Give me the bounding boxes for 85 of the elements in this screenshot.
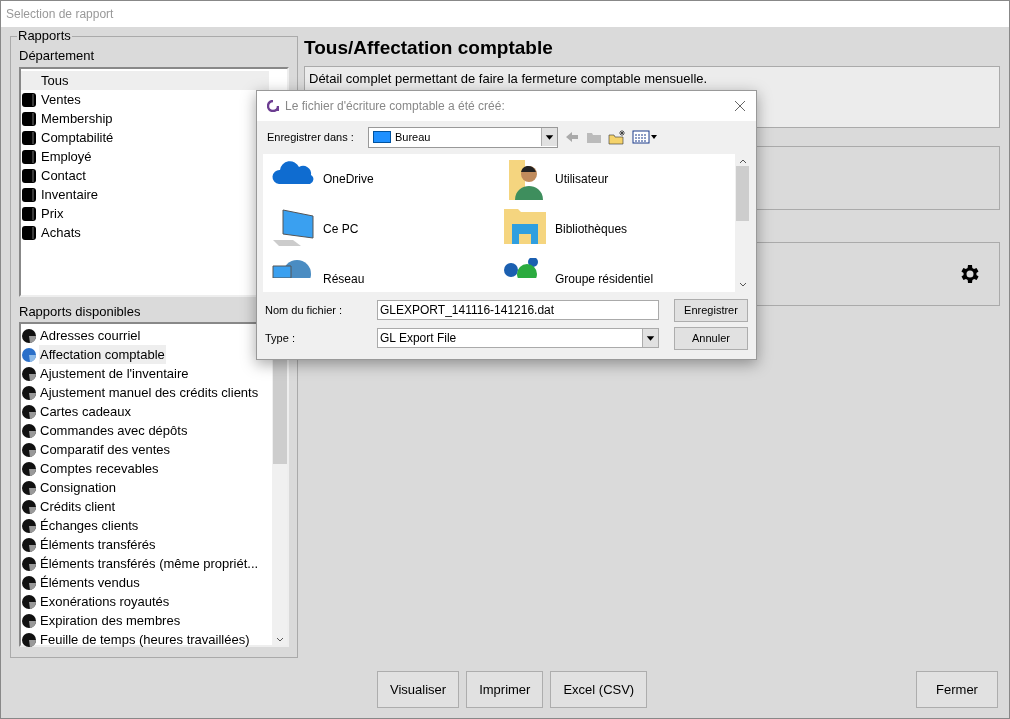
department-item[interactable]: Tous xyxy=(21,71,269,90)
save-in-dropdown[interactable]: Bureau xyxy=(368,126,558,148)
book-icon xyxy=(21,129,37,146)
available-label: Rapports disponibles xyxy=(19,303,141,321)
save-button[interactable]: Enregistrer xyxy=(674,298,748,322)
group-title: Rapports xyxy=(17,28,72,44)
department-item[interactable]: Comptabilité xyxy=(21,128,269,147)
report-item[interactable]: Exonérations royautés xyxy=(39,591,171,612)
type-label: Type : xyxy=(265,330,296,346)
department-item[interactable]: Inventaire xyxy=(21,185,269,204)
library-folder-icon xyxy=(503,208,547,244)
report-item[interactable]: Expiration des membres xyxy=(39,610,182,631)
pie-chart-icon xyxy=(21,631,37,648)
close-icon[interactable] xyxy=(734,100,746,112)
book-icon xyxy=(21,205,37,222)
department-item[interactable]: Achats xyxy=(21,223,269,242)
pie-chart-icon xyxy=(21,479,37,496)
book-icon xyxy=(21,224,37,241)
report-item[interactable]: Feuille de temps (heures travaillées) xyxy=(39,629,251,650)
book-icon xyxy=(21,148,37,165)
pie-chart-icon xyxy=(21,536,37,553)
report-item[interactable]: Éléments transférés xyxy=(39,534,157,555)
book-icon xyxy=(21,110,37,127)
pie-chart-icon xyxy=(21,593,37,610)
report-item[interactable]: Comptes recevables xyxy=(39,458,160,479)
department-item[interactable]: Contact xyxy=(21,166,269,185)
place-item[interactable]: Utilisateur xyxy=(503,158,735,208)
report-item[interactable]: Éléments transférés (même propriét... xyxy=(39,553,260,574)
pie-chart-icon xyxy=(21,555,37,572)
pie-chart-icon xyxy=(21,384,37,401)
action-button[interactable]: Visualiser xyxy=(377,671,460,708)
department-item[interactable]: Employé xyxy=(21,147,269,166)
report-item[interactable]: Éléments vendus xyxy=(39,572,141,593)
dialog-title: Le fichier d'écriture comptable a été créé: xyxy=(285,98,506,115)
save-in-label: Enregistrer dans : xyxy=(267,129,355,145)
report-item[interactable]: Échanges clients xyxy=(39,515,140,536)
close-button[interactable]: Fermer xyxy=(916,671,998,708)
report-item[interactable]: Affectation comptable xyxy=(39,344,166,365)
department-label: Département xyxy=(19,47,96,65)
pie-chart-icon xyxy=(21,365,37,382)
pie-chart-icon xyxy=(21,403,37,420)
pie-chart-icon xyxy=(21,422,37,439)
department-item[interactable]: Membership xyxy=(21,109,269,128)
report-item[interactable]: Comparatif des ventes xyxy=(39,439,172,460)
dropdown-caret-icon[interactable] xyxy=(642,329,658,347)
pie-chart-icon xyxy=(21,327,37,344)
pie-chart-icon xyxy=(21,517,37,534)
app-logo-icon xyxy=(267,100,279,112)
report-item[interactable]: Ajustement manuel des crédits clients xyxy=(39,382,260,403)
department-item[interactable]: Prix xyxy=(21,204,269,223)
report-item[interactable]: Adresses courriel xyxy=(39,325,142,346)
action-button[interactable]: Excel (CSV) xyxy=(550,671,648,708)
place-item[interactable]: Groupe résidentiel xyxy=(503,258,735,292)
filename-field[interactable]: GLEXPORT_141116-141216.dat xyxy=(377,300,659,320)
report-description: Détail complet permettant de faire la fermeture comptable mensuelle. xyxy=(309,70,708,88)
window-title: Selection de rapport xyxy=(1,1,1009,27)
pie-chart-icon xyxy=(21,498,37,515)
pie-chart-icon xyxy=(21,346,37,363)
pie-chart-icon xyxy=(21,441,37,458)
cancel-button[interactable]: Annuler xyxy=(674,326,748,350)
place-item[interactable]: Réseau xyxy=(271,258,503,292)
report-item[interactable]: Consignation xyxy=(39,477,117,498)
book-icon xyxy=(21,186,37,203)
new-folder-icon[interactable] xyxy=(608,129,626,145)
cloud-icon xyxy=(271,158,315,186)
computer-icon xyxy=(271,208,315,248)
report-item[interactable]: Ajustement de l'inventaire xyxy=(39,363,190,384)
report-item[interactable]: Cartes cadeaux xyxy=(39,401,133,422)
dropdown-caret-icon[interactable] xyxy=(541,128,557,146)
pie-chart-icon xyxy=(21,574,37,591)
report-item[interactable]: Commandes avec dépôts xyxy=(39,420,189,441)
action-button[interactable]: Imprimer xyxy=(466,671,544,708)
department-item[interactable]: Ventes xyxy=(21,90,269,109)
pie-chart-icon xyxy=(21,460,37,477)
pie-chart-icon xyxy=(21,612,37,629)
place-item[interactable]: OneDrive xyxy=(271,158,503,208)
report-title: Tous/Affectation comptable xyxy=(304,36,554,60)
book-icon xyxy=(21,91,37,108)
type-dropdown[interactable]: GL Export File xyxy=(377,328,659,348)
place-item[interactable]: Bibliothèques xyxy=(503,208,735,258)
filename-label: Nom du fichier : xyxy=(265,302,344,318)
book-icon xyxy=(21,167,37,184)
report-item[interactable]: Crédits client xyxy=(39,496,117,517)
view-menu-icon[interactable] xyxy=(632,129,658,145)
place-item[interactable]: Ce PC xyxy=(271,208,503,258)
